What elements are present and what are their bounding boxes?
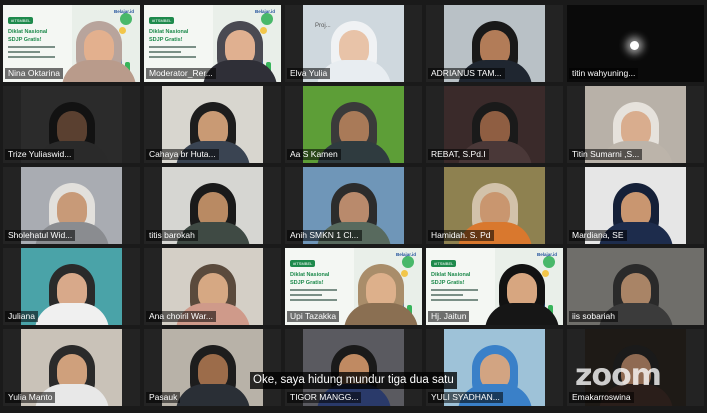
slide-text-line xyxy=(290,289,337,291)
slide-text-line xyxy=(149,56,196,58)
slide-text-line xyxy=(8,46,55,48)
participant-tile[interactable]: #ITSMBEL Diklat Nasional SDJP Gratis! Ni… xyxy=(3,5,140,82)
slide-text-line xyxy=(290,299,337,301)
participant-tile[interactable]: Aa S Kamen xyxy=(285,86,422,163)
slide-text-line xyxy=(290,294,323,296)
participant-name-label: Pasauk xyxy=(146,392,181,403)
participant-name-label: Mardiana, SE xyxy=(569,230,627,241)
participant-tile[interactable]: Ana choiril War... xyxy=(144,248,281,325)
participant-name-label: Anih SMKN 1 Cl... xyxy=(287,230,362,241)
participant-name-label: ADRIANUS TAM... xyxy=(428,68,505,79)
participant-name-label: Sholehatul Wid... xyxy=(5,230,76,241)
participant-name-label: Trize Yuliaswid... xyxy=(5,149,75,160)
overlay-text: Proj... xyxy=(315,23,331,29)
participant-name-label: Cahaya br Huta... xyxy=(146,149,219,160)
participant-tile[interactable]: Cahaya br Huta... xyxy=(144,86,281,163)
slide-brand: Belajar.id xyxy=(395,252,416,257)
participant-name-label: Hj. Jaitun xyxy=(428,311,470,322)
slide-title-line1: Diklat Nasional xyxy=(8,29,48,35)
participant-tile[interactable]: Trize Yuliaswid... xyxy=(3,86,140,163)
slide-tag: #ITSMBEL xyxy=(149,17,175,24)
participant-tile[interactable]: #ITSMBEL Diklat Nasional SDJP Gratis! Up… xyxy=(285,248,422,325)
participant-tile[interactable]: Sholehatul Wid... xyxy=(3,167,140,244)
participant-name-label: Titin Sumarni ,S... xyxy=(569,149,643,160)
participant-tile[interactable]: iis sobariah xyxy=(567,248,704,325)
slide-brand: Belajar.id xyxy=(536,252,557,257)
participant-tile[interactable]: Pasauk xyxy=(144,329,281,406)
participant-name-label: REBAT, S.Pd.I xyxy=(428,149,489,160)
participant-name-label: Ana choiril War... xyxy=(146,311,216,322)
participant-tile[interactable]: Titin Sumarni ,S... xyxy=(567,86,704,163)
participant-tile[interactable]: YULI SYADHAN... xyxy=(426,329,563,406)
video-grid: #ITSMBEL Diklat Nasional SDJP Gratis! Ni… xyxy=(3,5,704,406)
slide-tag: #ITSMBEL xyxy=(431,260,457,267)
participant-figure xyxy=(484,261,559,325)
slide-text-line xyxy=(8,56,55,58)
participant-figure xyxy=(175,342,250,406)
participant-tile[interactable]: Yulia Manto xyxy=(3,329,140,406)
participant-name-label: titis barokah xyxy=(146,230,198,241)
slide-title-line1: Diklat Nasional xyxy=(149,29,189,35)
participant-tile[interactable]: #ITSMBEL Diklat Nasional SDJP Gratis! Hj… xyxy=(426,248,563,325)
slide-tag: #ITSMBEL xyxy=(290,260,316,267)
participant-body xyxy=(484,303,559,325)
participant-tile[interactable]: TIGOR MANGG... xyxy=(285,329,422,406)
participant-figure xyxy=(61,18,136,82)
zoom-logo-watermark: zoom xyxy=(575,358,662,393)
slide-title-line2: SDJP Gratis! xyxy=(149,37,183,43)
participant-name-label: Aa S Kamen xyxy=(287,149,341,160)
participant-name-label: TIGOR MANGG... xyxy=(287,392,362,403)
participant-tile[interactable]: titin wahyuning... xyxy=(567,5,704,82)
participant-name-label: Juliana xyxy=(5,311,38,322)
slide-tag: #ITSMBEL xyxy=(8,17,34,24)
participant-body xyxy=(61,60,136,82)
participant-tile[interactable]: #ITSMBEL Diklat Nasional SDJP Gratis! Mo… xyxy=(144,5,281,82)
participant-tile[interactable]: REBAT, S.Pd.I xyxy=(426,86,563,163)
participant-body xyxy=(343,303,418,325)
participant-figure xyxy=(343,261,418,325)
slide-title-line2: SDJP Gratis! xyxy=(8,37,42,43)
participant-tile[interactable]: Anih SMKN 1 Cl... xyxy=(285,167,422,244)
slide-title-line1: Diklat Nasional xyxy=(290,272,330,278)
participant-figure xyxy=(34,261,109,325)
slide-text-line xyxy=(431,289,478,291)
slide-brand: Belajar.id xyxy=(254,9,275,14)
participant-name-label: YULI SYADHAN... xyxy=(428,392,503,403)
participant-tile[interactable]: Hamidah. S. Pd xyxy=(426,167,563,244)
participant-name-label: Nina Oktarina xyxy=(5,68,63,79)
participant-name-label: Moderator_Rer... xyxy=(146,68,216,79)
participant-tile[interactable]: ADRIANUS TAM... xyxy=(426,5,563,82)
slide-text-line xyxy=(431,294,464,296)
slide-title-line1: Diklat Nasional xyxy=(431,272,471,278)
light-source xyxy=(630,41,639,50)
participant-name-label: Upi Tazakka xyxy=(287,311,340,322)
slide-brand: Belajar.id xyxy=(113,9,134,14)
slide-text-line xyxy=(149,51,182,53)
slide-text-line xyxy=(8,51,41,53)
participant-name-label: Elva Yulia xyxy=(287,68,331,79)
participant-tile[interactable]: titis barokah xyxy=(144,167,281,244)
participant-name-label: Yulia Manto xyxy=(5,392,56,403)
participant-tile[interactable]: Juliana xyxy=(3,248,140,325)
participant-name-label: Emakarroswina xyxy=(569,392,634,403)
slide-text-line xyxy=(149,46,196,48)
live-caption: Oke, saya hidung mundur tiga dua satu xyxy=(250,372,457,389)
participant-body xyxy=(175,384,250,406)
slide-text-line xyxy=(431,299,478,301)
participant-body xyxy=(34,303,109,325)
participant-name-label: titin wahyuning... xyxy=(569,68,639,79)
participant-name-label: Hamidah. S. Pd xyxy=(428,230,494,241)
slide-title-line2: SDJP Gratis! xyxy=(431,280,465,286)
slide-title-line2: SDJP Gratis! xyxy=(290,280,324,286)
participant-name-label: iis sobariah xyxy=(569,311,618,322)
participant-tile[interactable]: Elva Yulia Proj... xyxy=(285,5,422,82)
participant-tile[interactable]: Mardiana, SE xyxy=(567,167,704,244)
